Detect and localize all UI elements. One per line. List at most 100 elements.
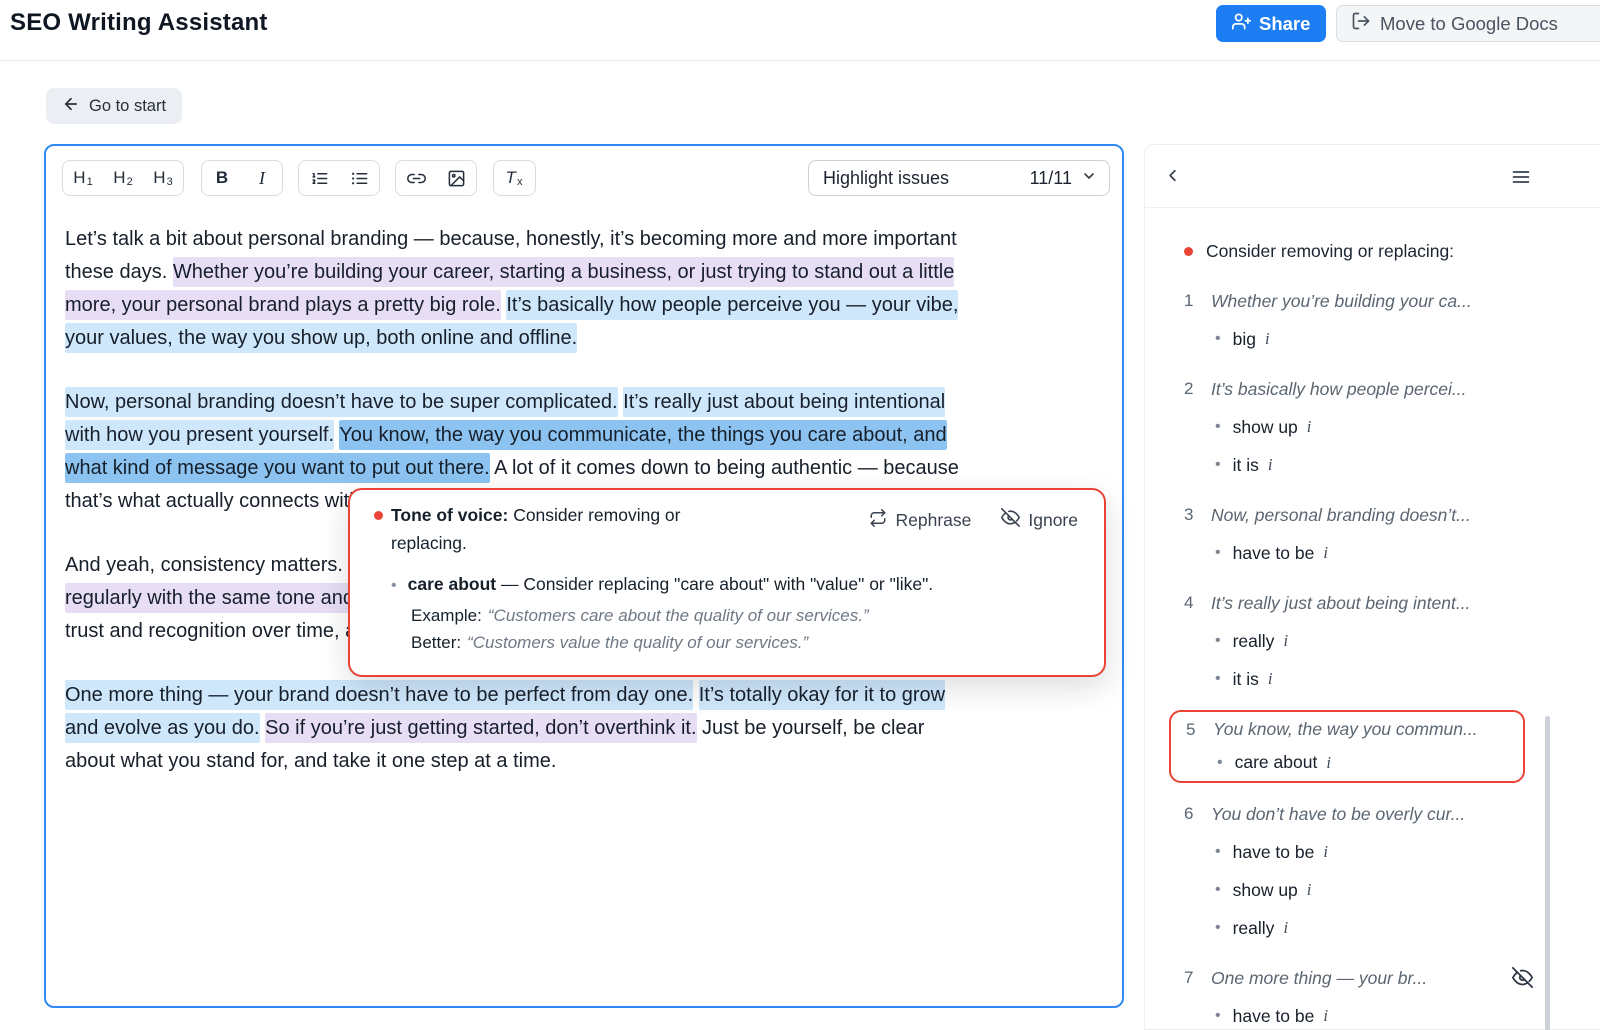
keyword-text[interactable]: big xyxy=(1233,329,1256,350)
keyword-row[interactable]: •care abouti xyxy=(1171,746,1523,779)
share-button[interactable]: Share xyxy=(1216,5,1326,42)
highlight-issues-count: 11/11 xyxy=(1030,168,1072,189)
heading-button-group: H1H2H3 xyxy=(62,160,184,196)
issue-fragment[interactable]: Now, personal branding doesn’t... xyxy=(1211,505,1471,526)
highlight-segment[interactable]: It’s basically how people perceive you —… xyxy=(506,290,958,320)
info-icon[interactable]: i xyxy=(1323,543,1328,563)
bullet-list-button[interactable] xyxy=(339,161,379,195)
info-icon[interactable]: i xyxy=(1283,631,1288,651)
sidebar-scroll-area[interactable]: Consider removing or replacing: 1Whether… xyxy=(1145,208,1600,1030)
issue-fragment[interactable]: Whether you’re building your ca... xyxy=(1211,291,1472,312)
keyword-row[interactable]: •have to bei xyxy=(1145,997,1600,1030)
issue-fragment[interactable]: It’s really just about being intent... xyxy=(1211,593,1470,614)
keyword-row[interactable]: • have to be i xyxy=(1145,534,1600,572)
bullet: • xyxy=(1215,843,1221,861)
info-icon[interactable]: i xyxy=(1323,1006,1328,1026)
issue-fragment[interactable]: One more thing — your br... xyxy=(1211,968,1427,989)
rephrase-button[interactable]: Rephrase xyxy=(869,508,971,532)
highlight-segment[interactable]: Whether you’re building your career, sta… xyxy=(173,257,955,287)
info-icon[interactable]: i xyxy=(1283,918,1288,938)
image-button[interactable] xyxy=(436,161,476,195)
editor-line: more, your personal brand plays a pretty… xyxy=(65,289,1110,322)
bold-button[interactable]: B xyxy=(202,161,242,195)
highlight-segment[interactable]: what kind of message you want to put out… xyxy=(65,453,490,483)
move-to-google-docs-button[interactable]: Move to Google Docs xyxy=(1336,5,1600,42)
go-to-start-button[interactable]: Go to start xyxy=(46,88,182,124)
keyword-text[interactable]: show up xyxy=(1233,417,1298,438)
info-icon[interactable]: i xyxy=(1268,669,1273,689)
ordered-list-icon xyxy=(310,169,329,188)
highlight-segment[interactable]: more, your personal brand plays a pretty… xyxy=(65,290,501,320)
highlight-segment[interactable]: So if you’re just getting started, don’t… xyxy=(265,713,696,743)
heading-3-button[interactable]: H3 xyxy=(143,161,183,195)
sidebar-topbar xyxy=(1145,145,1600,208)
issue-number: 3 xyxy=(1184,505,1211,525)
highlight-segment[interactable]: One more thing — your brand doesn’t have… xyxy=(65,680,693,710)
menu-button[interactable] xyxy=(1511,167,1531,190)
highlight-segment[interactable]: Now, personal branding doesn’t have to b… xyxy=(65,387,618,417)
paragraph: One more thing — your brand doesn’t have… xyxy=(65,679,1110,778)
issue-fragment-row[interactable]: 5You know, the way you commun... xyxy=(1171,713,1523,746)
popup-suggestion: •care about — Consider replacing "care a… xyxy=(391,574,933,595)
clear-formatting-button[interactable]: Tx xyxy=(494,161,534,195)
highlight-issues-dropdown[interactable]: Highlight issues 11/11 xyxy=(808,160,1110,196)
info-icon[interactable]: i xyxy=(1265,329,1270,349)
scrollbar[interactable] xyxy=(1545,716,1550,1030)
editor-line: with how you present yourself. You know,… xyxy=(65,419,1110,452)
issue-fragment-row[interactable]: 2It’s basically how people percei... xyxy=(1145,370,1600,408)
eye-off-icon xyxy=(1001,508,1020,532)
issue-fragment[interactable]: It’s basically how people percei... xyxy=(1211,379,1467,400)
keyword-row[interactable]: • it is i xyxy=(1145,446,1600,484)
highlight-segment[interactable]: with how you present yourself. xyxy=(65,420,334,450)
issue-fragment-row[interactable]: 6You don’t have to be overly cur... xyxy=(1145,795,1600,833)
highlight-segment[interactable]: It’s really just about being intentional xyxy=(623,387,945,417)
keyword-text[interactable]: really xyxy=(1233,918,1275,939)
issue-list: 1Whether you’re building your ca...•bigi… xyxy=(1145,282,1600,1030)
issue-fragment-row[interactable]: 1Whether you’re building your ca... xyxy=(1145,282,1600,320)
keyword-text[interactable]: show up xyxy=(1233,880,1298,901)
keyword-row[interactable]: •show upi xyxy=(1145,871,1600,909)
info-icon[interactable]: i xyxy=(1307,417,1312,437)
page-title: SEO Writing Assistant xyxy=(10,9,268,37)
issue-number: 5 xyxy=(1186,720,1213,740)
bullet: • xyxy=(1215,456,1221,474)
issue-fragment[interactable]: You don’t have to be overly cur... xyxy=(1211,804,1465,825)
eye-off-icon[interactable] xyxy=(1512,967,1533,993)
editor-line: what kind of message you want to put out… xyxy=(65,452,1110,485)
keyword-row[interactable]: •reallyi xyxy=(1145,909,1600,947)
ignore-button[interactable]: Ignore xyxy=(1001,508,1078,532)
bullet: • xyxy=(1215,544,1221,562)
keyword-row[interactable]: •bigi xyxy=(1145,320,1600,358)
keyword-text[interactable]: care about xyxy=(1235,752,1318,773)
info-icon[interactable]: i xyxy=(1326,753,1331,773)
keyword-text[interactable]: really xyxy=(1233,631,1275,652)
keyword-text[interactable]: have to be xyxy=(1233,1006,1315,1027)
keyword-row[interactable]: • have to be i xyxy=(1145,833,1600,871)
keyword-text[interactable]: it is xyxy=(1233,669,1259,690)
highlight-segment[interactable]: It’s totally okay for it to grow xyxy=(699,680,945,710)
info-icon[interactable]: i xyxy=(1268,455,1273,475)
highlight-segment[interactable]: your values, the way you show up, both o… xyxy=(65,323,577,353)
highlight-segment[interactable]: and evolve as you do. xyxy=(65,713,260,743)
info-icon[interactable]: i xyxy=(1307,880,1312,900)
keyword-text[interactable]: it is xyxy=(1233,455,1259,476)
link-button[interactable] xyxy=(396,161,436,195)
format-button-group: B I xyxy=(201,160,283,196)
italic-button[interactable]: I xyxy=(242,161,282,195)
info-icon[interactable]: i xyxy=(1323,842,1328,862)
collapse-sidebar-button[interactable] xyxy=(1163,166,1182,188)
keyword-row[interactable]: •reallyi xyxy=(1145,622,1600,660)
keyword-row[interactable]: •it isi xyxy=(1145,660,1600,698)
issue-fragment[interactable]: You know, the way you commun... xyxy=(1213,719,1478,740)
heading-2-button[interactable]: H2 xyxy=(103,161,143,195)
keyword-text[interactable]: have to be xyxy=(1233,543,1315,564)
issue-fragment-row[interactable]: 3Now, personal branding doesn’t... xyxy=(1145,496,1600,534)
keyword-text[interactable]: have to be xyxy=(1233,842,1315,863)
highlight-segment[interactable]: You know, the way you communicate, the t… xyxy=(339,420,946,450)
ordered-list-button[interactable] xyxy=(299,161,339,195)
issue-fragment-row[interactable]: 4It’s really just about being intent... xyxy=(1145,584,1600,622)
keyword-row[interactable]: •show upi xyxy=(1145,408,1600,446)
text-segment: Just be yourself, be clear xyxy=(697,717,925,739)
heading-1-button[interactable]: H1 xyxy=(63,161,103,195)
issue-fragment-row[interactable]: 7One more thing — your br... xyxy=(1145,959,1600,997)
